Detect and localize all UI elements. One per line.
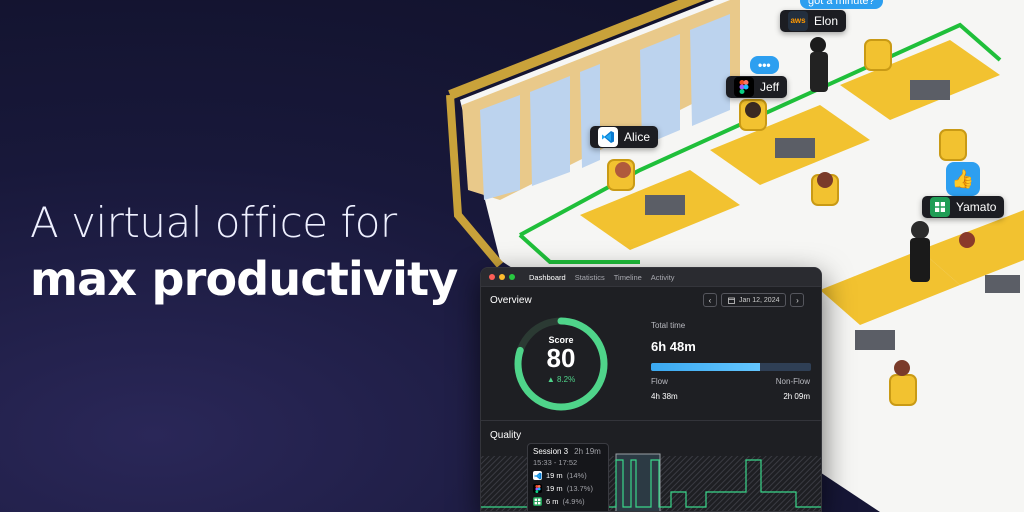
chat-bubble: got a minute?	[800, 0, 883, 9]
user-name: Alice	[624, 130, 651, 144]
spreadsheet-icon	[533, 497, 542, 506]
aws-icon: aws	[788, 11, 808, 31]
score-value: 80	[546, 343, 576, 373]
session-app-row: 19 m (14%)	[533, 471, 603, 480]
flow-progress-fill	[651, 363, 760, 371]
app-time: 19 m	[546, 471, 563, 480]
typing-bubble: •••	[750, 56, 779, 74]
flow-label: Flow	[651, 377, 668, 386]
quality-title: Quality	[490, 430, 522, 441]
user-name: Jeff	[760, 80, 780, 94]
tooltip-title: Session 3 2h 19m	[533, 447, 603, 456]
chevron-left-icon: ‹	[708, 295, 712, 305]
tab-dashboard[interactable]: Dashboard	[529, 273, 566, 282]
session-app-row: 19 m (13.7%)	[533, 484, 603, 493]
maximize-window-button[interactable]	[509, 274, 515, 280]
figma-icon	[533, 484, 542, 493]
chevron-right-icon: ›	[796, 295, 799, 305]
tab-timeline[interactable]: Timeline	[614, 273, 642, 282]
vscode-icon	[598, 127, 618, 147]
nonflow-label: Non-Flow	[775, 377, 810, 386]
hero-headline: A virtual office for max productivity	[30, 196, 470, 308]
score-delta: ▲ 8.2%	[546, 375, 576, 384]
figma-icon	[734, 77, 754, 97]
app-time: 19 m	[546, 484, 563, 493]
session-duration: 2h 19m	[574, 447, 601, 456]
tab-bar: Dashboard Statistics Timeline Activity	[529, 273, 675, 282]
app-percent: (13.7%)	[566, 484, 593, 493]
section-divider	[481, 420, 821, 421]
date-picker: ‹ Jan 12, 2024 ›	[703, 293, 805, 307]
minimize-window-button[interactable]	[499, 274, 505, 280]
total-time-label: Total time	[651, 321, 686, 330]
session-range: 15:33 - 17:52	[533, 458, 578, 467]
next-day-button[interactable]: ›	[790, 293, 805, 307]
session-tooltip: Session 3 2h 19m 15:33 - 17:52 19 m (14%…	[527, 443, 609, 511]
user-name: Yamato	[956, 200, 997, 214]
app-percent: (14%)	[566, 471, 587, 480]
user-tag-elon[interactable]: aws Elon	[780, 10, 847, 32]
app-time: 6 m	[546, 497, 559, 506]
spreadsheet-icon	[930, 197, 950, 217]
total-time-value: 6h 48m	[651, 339, 696, 354]
calendar-icon	[728, 297, 735, 304]
headline-line-2: max productivity	[30, 252, 458, 306]
tab-activity[interactable]: Activity	[651, 273, 675, 282]
user-tag-yamato[interactable]: Yamato	[922, 196, 1005, 218]
window-titlebar: Dashboard Statistics Timeline Activity	[481, 268, 821, 287]
prev-day-button[interactable]: ‹	[703, 293, 717, 307]
date-selector[interactable]: Jan 12, 2024	[721, 293, 787, 307]
session-name: Session 3	[533, 447, 569, 456]
date-label: Jan 12, 2024	[739, 296, 780, 304]
vscode-icon	[533, 471, 542, 480]
dashboard-window: Dashboard Statistics Timeline Activity O…	[480, 267, 822, 512]
tab-statistics[interactable]: Statistics	[575, 273, 605, 282]
nonflow-time: 2h 09m	[783, 392, 810, 401]
flow-progress-bar	[651, 363, 811, 371]
session-app-row: 6 m (4.9%)	[533, 497, 603, 506]
overview-title: Overview	[490, 295, 532, 306]
close-window-button[interactable]	[489, 274, 495, 280]
flow-time: 4h 38m	[651, 392, 678, 401]
thumbs-up-icon: 👍	[946, 162, 980, 196]
headline-line-1: A virtual office for	[30, 198, 397, 247]
user-tag-alice[interactable]: Alice	[590, 126, 659, 148]
user-name: Elon	[814, 14, 839, 28]
user-tag-jeff[interactable]: Jeff	[726, 76, 788, 98]
app-percent: (4.9%)	[562, 497, 585, 506]
